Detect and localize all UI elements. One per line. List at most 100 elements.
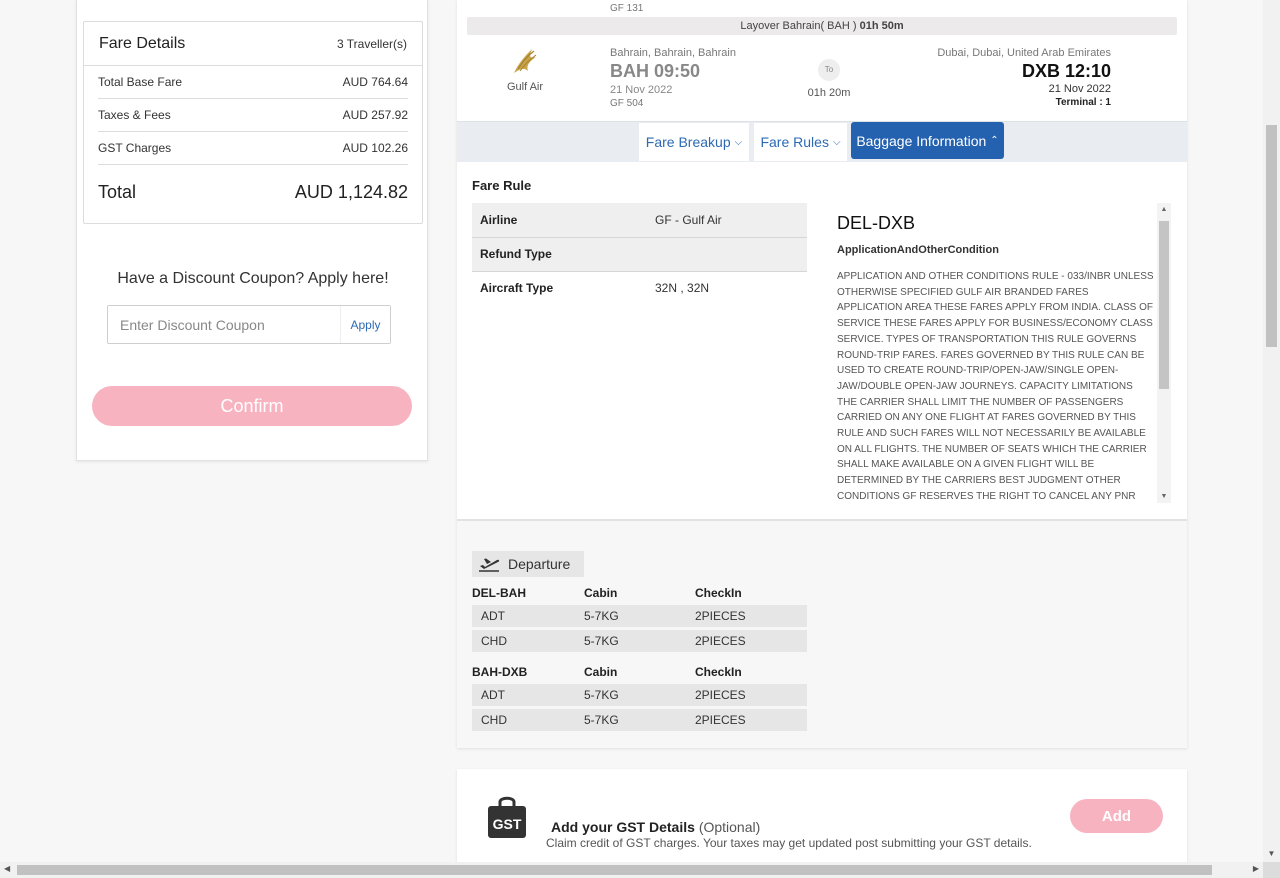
flight-details-panel: GF 131 Layover Bahrain( BAH ) 01h 50m Gu… [457,0,1187,748]
rule-condition-title: ApplicationAndOtherCondition [837,244,999,256]
pax-type: ADT [481,609,505,623]
scroll-up-icon[interactable]: ▲ [1157,206,1171,213]
to-indicator: To [818,59,840,81]
tab-fare-breakup[interactable]: Fare Breakup ⌵ [639,123,749,161]
booking-summary-panel: Fare Details 3 Traveller(s) Total Base F… [76,0,428,461]
page-horizontal-scrollbar[interactable]: ◀ ▶ [0,862,1263,878]
baggage-header: DEL-BAH Cabin CheckIn [472,586,807,604]
fare-details-card: Fare Details 3 Traveller(s) Total Base F… [83,21,423,224]
details-tab-bar: Fare Breakup ⌵ Fare Rules ⌵ Baggage Info… [457,121,1187,162]
table-row: ADT 5-7KG 2PIECES [472,684,807,707]
fare-row-gst: GST Charges AUD 102.26 [98,132,408,165]
scroll-down-icon[interactable]: ▼ [1263,849,1280,858]
fare-row-base: Total Base Fare AUD 764.64 [98,66,408,99]
checkin-value: 2PIECES [695,713,746,727]
scrollbar-thumb[interactable] [1159,221,1169,389]
col-cabin: Cabin [584,665,618,679]
departure-tag: Departure [472,551,584,577]
layover-duration: 01h 50m [859,20,904,32]
pax-type: CHD [481,634,507,648]
col-checkin: CheckIn [695,586,742,600]
layover-label: Layover Bahrain( BAH ) [740,20,857,32]
segment-route: DEL-BAH [472,586,526,600]
rule-value: GF - Gulf Air [647,203,807,238]
departure-date: 21 Nov 2022 [610,84,673,96]
gst-title-text: Add your GST Details [551,819,695,835]
gst-title: Add your GST Details (Optional) [551,819,760,835]
rule-scrollbar[interactable]: ▲ ▼ [1157,203,1171,503]
fare-total-value: AUD 1,124.82 [294,182,408,202]
page-vertical-scrollbar[interactable]: ▼ [1263,0,1280,862]
table-row: ADT 5-7KG 2PIECES [472,605,807,628]
col-checkin: CheckIn [695,665,742,679]
scroll-left-icon[interactable]: ◀ [4,864,10,873]
layover-bar: Layover Bahrain( BAH ) 01h 50m [467,17,1177,35]
table-row: Airline GF - Gulf Air [472,203,807,238]
gst-icon-label: GST [493,816,522,832]
table-row: Refund Type [472,237,807,272]
checkin-value: 2PIECES [695,634,746,648]
confirm-button[interactable]: Confirm [92,386,412,426]
apply-coupon-button[interactable]: Apply [340,306,390,343]
scrollbar-thumb[interactable] [1266,125,1277,347]
rule-key: Refund Type [472,237,647,272]
arrival-terminal: Terminal : 1 [1055,97,1111,108]
scroll-right-icon[interactable]: ▶ [1253,864,1259,873]
fare-row-value: AUD 764.64 [342,75,408,89]
fare-rule-title: Fare Rule [472,178,532,193]
tab-fare-rules[interactable]: Fare Rules ⌵ [754,123,847,161]
cabin-value: 5-7KG [584,713,619,727]
add-gst-button[interactable]: Add [1070,799,1163,833]
coupon-title: Have a Discount Coupon? Apply here! [117,270,389,287]
fare-details-title: Fare Details [99,34,186,52]
airline-name: Gulf Air [506,81,544,93]
scrollbar-corner [1263,862,1280,878]
departure-time: BAH 09:50 [610,61,701,81]
arrival-city: Dubai, Dubai, United Arab Emirates [937,47,1111,59]
pax-type: CHD [481,713,507,727]
rule-value: 32N , 32N [655,281,710,296]
baggage-section: Departure DEL-BAH Cabin CheckIn ADT 5-7K… [457,519,1187,748]
tab-label: Fare Rules [760,134,829,150]
fare-row-label: Taxes & Fees [98,108,171,122]
table-row: CHD 5-7KG 2PIECES [472,630,807,653]
col-cabin: Cabin [584,586,618,600]
chevron-down-icon: ⌵ [734,136,743,148]
coupon-box: Apply [107,305,391,344]
cabin-value: 5-7KG [584,609,619,623]
fare-row-label: Total Base Fare [98,75,183,89]
flight-number: GF 504 [610,98,644,109]
fare-total-label: Total [98,182,137,202]
cabin-value: 5-7KG [584,634,619,648]
previous-flight-number: GF 131 [610,3,644,14]
rule-condition-text: APPLICATION AND OTHER CONDITIONS RULE - … [837,271,1154,502]
table-row: CHD 5-7KG 2PIECES [472,709,807,732]
rule-key: Aircraft Type [480,281,554,296]
tab-baggage-information[interactable]: Baggage Information ⌃ [851,122,1004,159]
departure-city: Bahrain, Bahrain, Bahrain [610,47,736,59]
fare-details-header: Fare Details 3 Traveller(s) [84,22,422,66]
gst-optional: (Optional) [698,819,761,835]
fare-rule-text-box[interactable]: DEL-DXB ApplicationAndOtherCondition APP… [827,203,1172,503]
flight-duration: 01h 20m [807,87,851,99]
chevron-up-icon: ⌃ [990,135,999,146]
checkin-value: 2PIECES [695,688,746,702]
checkin-value: 2PIECES [695,609,746,623]
gulf-air-logo-icon [514,49,537,73]
scrollbar-thumb[interactable] [17,865,1212,875]
fare-row-value: AUD 257.92 [342,108,408,122]
rule-value [647,237,807,272]
segment-route: BAH-DXB [472,665,528,679]
plane-takeoff-icon [479,558,500,572]
rule-key: Airline [472,203,647,238]
fare-row-value: AUD 102.26 [342,141,408,155]
table-row: Aircraft Type 32N , 32N [472,271,807,305]
arrival-time: DXB 12:10 [1021,61,1111,81]
tab-label: Baggage Information [856,132,987,149]
departure-label: Departure [508,556,571,572]
discount-coupon-input[interactable] [108,306,340,343]
scroll-down-icon[interactable]: ▼ [1157,493,1171,500]
fare-row-label: GST Charges [98,141,172,155]
rule-route: DEL-DXB [837,213,916,233]
cabin-value: 5-7KG [584,688,619,702]
